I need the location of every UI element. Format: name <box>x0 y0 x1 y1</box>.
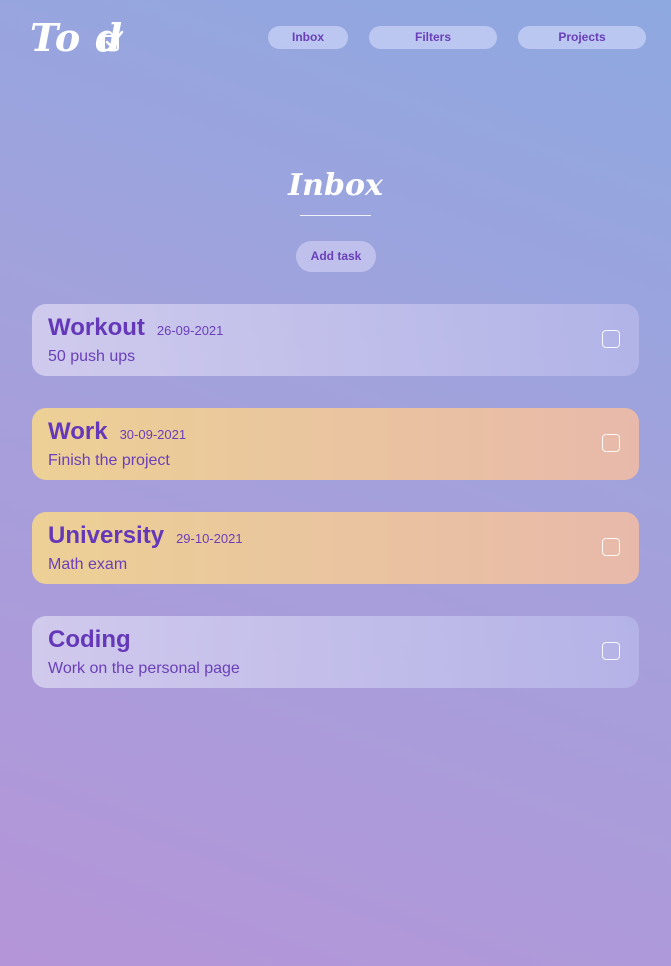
task-description: 50 push ups <box>48 348 136 365</box>
task-header: Coding <box>48 626 143 654</box>
title-divider <box>300 215 371 216</box>
nav-inbox-button[interactable]: Inbox <box>268 26 348 49</box>
task-checkbox[interactable] <box>602 538 620 556</box>
task-header: Workout 26-09-2021 <box>48 314 223 342</box>
task-checkbox[interactable] <box>602 642 620 660</box>
task-description: Math exam <box>48 556 128 573</box>
task-header: Work 30-09-2021 <box>48 418 186 446</box>
checkbox-icon <box>103 30 124 51</box>
task-date: 30-09-2021 <box>119 427 187 442</box>
nav-projects-button[interactable]: Projects <box>518 26 646 49</box>
task-card[interactable]: Workout 26-09-2021 50 push ups <box>32 304 639 376</box>
task-checkbox[interactable] <box>602 434 620 452</box>
task-card[interactable]: University 29-10-2021 Math exam <box>32 512 639 584</box>
task-checkbox[interactable] <box>602 330 620 348</box>
task-header: University 29-10-2021 <box>48 522 243 550</box>
task-title: Coding <box>48 626 131 653</box>
nav-filters-button[interactable]: Filters <box>369 26 497 49</box>
task-date: 26-09-2021 <box>156 323 224 338</box>
page-title: Inbox <box>288 168 383 203</box>
add-task-button[interactable]: Add task <box>296 241 376 272</box>
task-card[interactable]: Work 30-09-2021 Finish the project <box>32 408 639 480</box>
task-title: University <box>48 522 165 549</box>
task-title: Workout <box>48 314 145 341</box>
task-card[interactable]: Coding Work on the personal page <box>32 616 639 688</box>
task-description: Finish the project <box>48 452 170 469</box>
task-title: Work <box>48 418 108 445</box>
task-date: 29-10-2021 <box>176 531 243 546</box>
task-description: Work on the personal page <box>48 660 240 677</box>
